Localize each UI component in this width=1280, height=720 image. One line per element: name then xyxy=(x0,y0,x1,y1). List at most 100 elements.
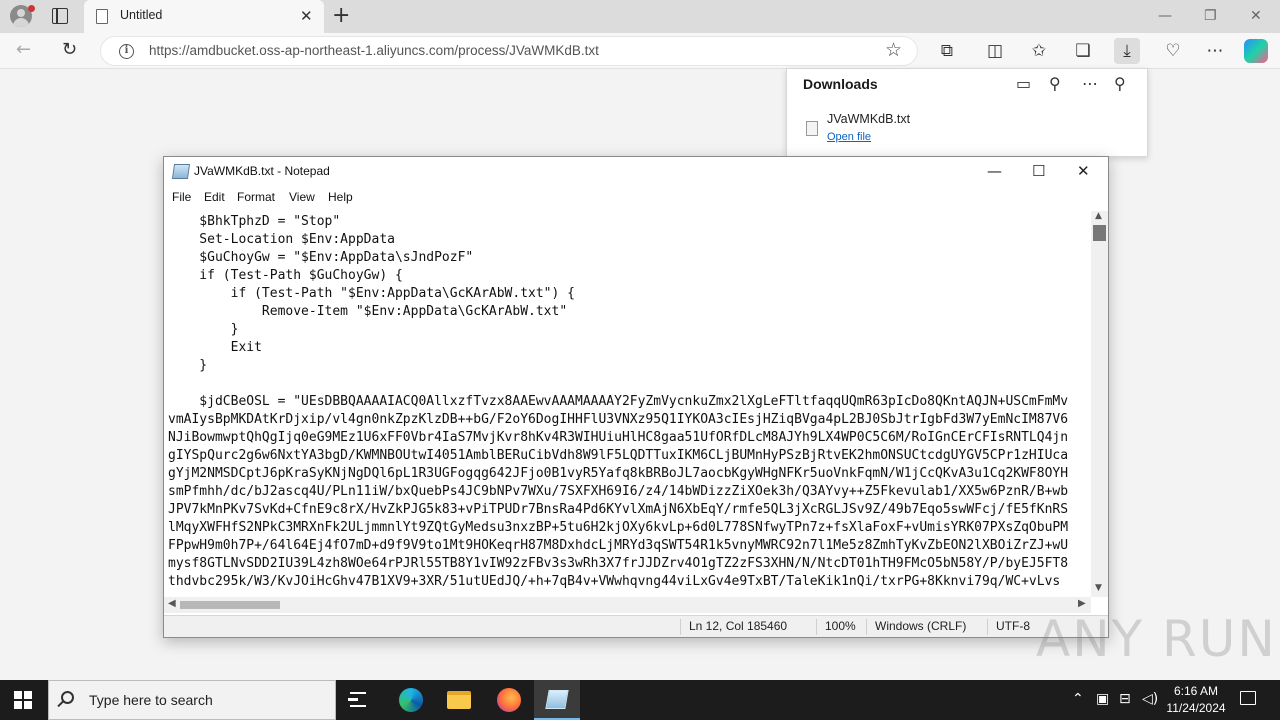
text-line xyxy=(168,375,1090,393)
more-icon[interactable]: ⋯ xyxy=(1082,74,1098,93)
taskbar: Type here to search ⌃ ▣ ⊟ ◁) 6:16 AM 11/… xyxy=(0,680,1280,720)
browser-tab[interactable]: Untitled ✕ xyxy=(84,0,324,33)
text-line: } xyxy=(168,358,208,373)
text-line: Remove-Item "$Env:AppData\GcKArAbW.txt" xyxy=(168,304,568,319)
notepad-maximize-icon[interactable]: ☐ xyxy=(1032,161,1045,181)
show-hidden-icons-icon[interactable]: ⌃ xyxy=(1072,691,1084,707)
clock-date: 11/24/2024 xyxy=(1166,701,1226,715)
tab-actions-icon[interactable] xyxy=(52,8,68,24)
favorite-star-icon[interactable]: ☆ xyxy=(885,39,902,61)
taskbar-clock[interactable]: 6:16 AM 11/24/2024 xyxy=(1160,683,1232,717)
notepad-close-icon[interactable]: ✕ xyxy=(1077,161,1090,181)
text-line: $BhkTphzD = "Stop" xyxy=(168,214,341,229)
more-options-icon[interactable]: ⋯ xyxy=(1202,38,1228,64)
pin-icon[interactable]: ⚲ xyxy=(1114,74,1126,93)
text-line: vmAIysBpMKDAtKrDjxip/vl4gn0nkZpzKlzDB++b… xyxy=(168,412,1069,427)
open-folder-icon[interactable]: ▭ xyxy=(1016,74,1031,93)
zoom-level: 100% xyxy=(816,619,856,635)
text-line: $jdCBeOSL = "UEsDBBQAAAAIACQ0AllxzfTvzx8… xyxy=(168,394,1069,409)
download-filename[interactable]: JVaWMKdB.txt xyxy=(827,112,910,126)
address-bar[interactable]: i https://amdbucket.oss-ap-northeast-1.a… xyxy=(100,36,918,66)
notepad-minimize-icon[interactable]: — xyxy=(987,161,1002,181)
notepad-title: JVaWMKdB.txt - Notepad xyxy=(194,164,330,178)
minimize-icon[interactable]: — xyxy=(1158,7,1172,25)
edge-icon xyxy=(399,688,423,712)
scroll-up-icon[interactable]: ▲ xyxy=(1095,211,1102,221)
network-icon[interactable]: ⊟ xyxy=(1119,691,1131,707)
windows-start-icon[interactable] xyxy=(14,691,32,709)
browser-toolbar: ← ↻ i https://amdbucket.oss-ap-northeast… xyxy=(0,33,1280,69)
notepad-app-icon xyxy=(545,690,569,709)
menu-format[interactable]: Format xyxy=(237,190,275,204)
edge-taskbar-button[interactable] xyxy=(388,680,434,720)
page-icon xyxy=(96,9,108,24)
browser-tab-strip: Untitled ✕ + — ❐ ✕ xyxy=(0,0,1280,33)
downloads-panel: Downloads ▭ ⚲ ⋯ ⚲ JVaWMKdB.txt Open file xyxy=(786,68,1148,157)
menu-edit[interactable]: Edit xyxy=(204,190,225,204)
text-line: FPpwH9m0h7P+/64l64Ej4fO7mD+d9f9V9to1Mt9H… xyxy=(168,538,1069,553)
file-explorer-taskbar-button[interactable] xyxy=(436,680,482,720)
text-line: smPfmhh/dc/bJ2ascq4U/PLn11iW/bxQuebPs4JC… xyxy=(168,484,1069,499)
scroll-right-icon[interactable]: ▶ xyxy=(1078,598,1086,609)
text-line: thdvbc295k/W3/KvJOiHcGhv47B1XV9+3XR/51ut… xyxy=(168,574,1061,589)
cursor-position: Ln 12, Col 185460 xyxy=(680,619,787,635)
scroll-down-icon[interactable]: ▼ xyxy=(1095,583,1102,593)
collections-icon[interactable]: ❏ xyxy=(1070,38,1096,64)
text-line: $GuChoyGw = "$Env:AppData\sJndPozF" xyxy=(168,250,474,265)
new-tab-icon[interactable]: + xyxy=(332,4,350,28)
horizontal-scroll-thumb[interactable] xyxy=(180,601,280,609)
notepad-menubar: File Edit Format View Help xyxy=(164,187,1108,209)
encoding: UTF-8 xyxy=(987,619,1030,635)
browser-essentials-icon[interactable]: ♡ xyxy=(1160,38,1186,64)
device-icon[interactable]: ▣ xyxy=(1096,691,1109,707)
menu-help[interactable]: Help xyxy=(328,190,353,204)
split-screen-icon[interactable]: ◫ xyxy=(982,38,1008,64)
task-view-button[interactable] xyxy=(336,680,382,720)
text-line: lMqyXWFHfS2NPkC3MRXnFk2ULjmmnlYt9ZQtGyMe… xyxy=(168,520,1069,535)
downloads-icon[interactable]: ⤓ xyxy=(1114,38,1140,64)
tab-title: Untitled xyxy=(120,8,163,22)
url-text[interactable]: https://amdbucket.oss-ap-northeast-1.ali… xyxy=(149,43,599,58)
volume-icon[interactable]: ◁) xyxy=(1142,691,1158,707)
close-icon[interactable]: ✕ xyxy=(1250,7,1262,25)
task-view-icon xyxy=(348,692,366,707)
anyrun-watermark: ANY RUN xyxy=(1036,610,1277,668)
vertical-scroll-thumb[interactable] xyxy=(1093,225,1106,241)
folder-icon xyxy=(447,691,471,709)
back-icon[interactable]: ← xyxy=(16,39,31,61)
text-line: mysf8GTLNvSDD2IU39L4zh8WOe64rPJRl55TB8Y1… xyxy=(168,556,1069,571)
search-icon[interactable]: ⚲ xyxy=(1049,74,1061,93)
restore-icon[interactable]: ❐ xyxy=(1204,7,1217,25)
menu-file[interactable]: File xyxy=(172,190,191,204)
notepad-text-area[interactable]: $BhkTphzD = "Stop" Set-Location $Env:App… xyxy=(168,213,1090,597)
tab-close-icon[interactable]: ✕ xyxy=(300,7,313,25)
favorites-icon[interactable]: ✩ xyxy=(1026,38,1052,64)
notepad-icon xyxy=(171,164,191,179)
scroll-left-icon[interactable]: ◀ xyxy=(168,598,176,609)
site-info-icon[interactable]: i xyxy=(119,44,134,59)
line-ending: Windows (CRLF) xyxy=(866,619,966,635)
menu-view[interactable]: View xyxy=(289,190,315,204)
refresh-icon[interactable]: ↻ xyxy=(62,39,77,61)
search-placeholder: Type here to search xyxy=(89,692,213,708)
copilot-icon[interactable] xyxy=(1244,39,1268,63)
horizontal-scrollbar[interactable]: ◀ ▶ xyxy=(164,597,1091,613)
text-line: } xyxy=(168,322,239,337)
notepad-taskbar-button[interactable] xyxy=(534,680,580,720)
notepad-titlebar[interactable]: JVaWMKdB.txt - Notepad — ☐ ✕ xyxy=(164,157,1108,187)
notepad-statusbar: Ln 12, Col 185460 100% Windows (CRLF) UT… xyxy=(164,615,1108,637)
taskbar-search-box[interactable]: Type here to search xyxy=(48,680,336,720)
text-line: if (Test-Path "$Env:AppData\GcKArAbW.txt… xyxy=(168,286,575,301)
firefox-icon xyxy=(497,688,521,712)
extensions-icon[interactable]: ⧉ xyxy=(934,38,960,64)
profile-status-dot xyxy=(28,5,35,12)
text-line: NJiBowmwptQhQgIjq0eG9MEz1U6xFF0Vbr4IaS7M… xyxy=(168,430,1069,445)
text-line: gYjM2NMSDCptJ6pKraSyKNjNgDQl6pL1R3UGFogq… xyxy=(168,466,1069,481)
vertical-scrollbar[interactable]: ▲ ▼ xyxy=(1091,211,1108,597)
firefox-taskbar-button[interactable] xyxy=(486,680,532,720)
file-icon xyxy=(806,121,818,136)
text-line: Set-Location $Env:AppData xyxy=(168,232,395,247)
downloads-title: Downloads xyxy=(803,76,878,92)
notification-icon[interactable] xyxy=(1240,691,1256,705)
open-file-link[interactable]: Open file xyxy=(827,131,871,143)
